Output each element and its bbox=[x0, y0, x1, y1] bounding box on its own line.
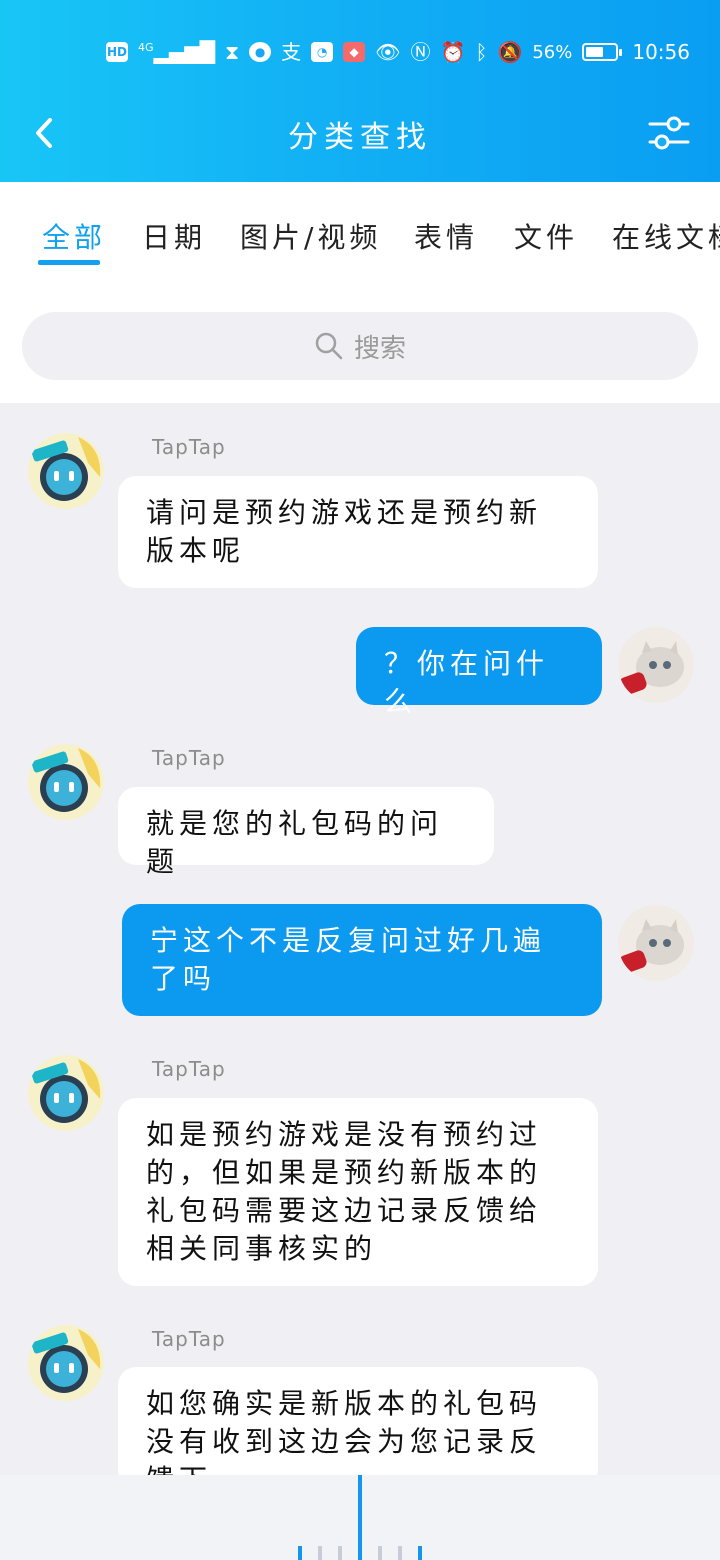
active-tab-indicator bbox=[38, 260, 100, 265]
avatar-self[interactable] bbox=[618, 905, 694, 981]
filter-button[interactable] bbox=[648, 112, 690, 154]
mute-icon: 🔕 bbox=[497, 40, 523, 64]
alipay-icon: 支 bbox=[281, 40, 302, 64]
timeline-tick bbox=[338, 1546, 342, 1560]
app-icon: ◔ bbox=[311, 42, 334, 62]
avatar-taptap[interactable] bbox=[28, 1055, 104, 1131]
signal-label: 4G bbox=[138, 41, 154, 54]
timeline-tick bbox=[398, 1546, 402, 1560]
nfc-icon: Ⓝ bbox=[410, 40, 431, 64]
battery-icon bbox=[582, 43, 623, 61]
avatar-taptap[interactable] bbox=[28, 744, 104, 820]
avatar-taptap[interactable] bbox=[28, 433, 104, 509]
tab-online-docs[interactable]: 在线文档 bbox=[612, 216, 720, 256]
page-title: 分类查找 bbox=[288, 120, 432, 155]
message-bubble-outgoing[interactable]: ？你在问什么 bbox=[356, 627, 602, 718]
eye-icon: 👁 bbox=[375, 40, 401, 64]
sender-name: TapTap bbox=[152, 1057, 226, 1081]
tab-files[interactable]: 文件 bbox=[514, 216, 578, 256]
app-header: HD 4G▂▄▆█ ⧗ ● 支 ◔ ◆ 👁 Ⓝ ⏰ ᛒ 🔕 56% 10:56 … bbox=[0, 0, 720, 182]
timeline-cursor[interactable] bbox=[358, 1475, 362, 1560]
taptap-robot-icon bbox=[28, 1325, 104, 1401]
search-icon bbox=[315, 332, 343, 360]
bluetooth-icon: ᛒ bbox=[475, 40, 488, 64]
avatar-taptap[interactable] bbox=[28, 1325, 104, 1401]
cat-avatar-icon bbox=[618, 905, 694, 981]
taptap-robot-icon bbox=[28, 744, 104, 820]
message-bubble-outgoing[interactable]: 宁这个不是反复问过好几遍了吗 bbox=[122, 904, 602, 1016]
message-bubble-incoming[interactable]: 如您确实是新版本的礼包码没有收到这边会为您记录反馈下 bbox=[118, 1367, 598, 1475]
tab-all[interactable]: 全部 bbox=[42, 216, 106, 256]
search-input[interactable]: 搜索 bbox=[22, 312, 698, 380]
timeline-tick bbox=[298, 1546, 302, 1560]
hourglass-icon: ⧗ bbox=[225, 40, 240, 64]
taptap-robot-icon bbox=[28, 433, 104, 509]
clock: 10:56 bbox=[632, 40, 690, 64]
cat-avatar-icon bbox=[618, 627, 694, 703]
search-placeholder: 搜索 bbox=[353, 333, 406, 364]
sender-name: TapTap bbox=[152, 746, 226, 770]
tab-stickers[interactable]: 表情 bbox=[414, 216, 478, 256]
huawei-icon: ◆ bbox=[343, 42, 366, 62]
sliders-icon bbox=[648, 116, 690, 150]
sender-name: TapTap bbox=[152, 435, 226, 459]
hd-icon: HD bbox=[106, 42, 129, 62]
signal-icon: 4G▂▄▆█ bbox=[138, 40, 216, 64]
timeline-tick bbox=[378, 1546, 382, 1560]
message-bubble-incoming[interactable]: 请问是预约游戏还是预约新版本呢 bbox=[118, 476, 598, 588]
tab-date[interactable]: 日期 bbox=[142, 216, 206, 256]
timeline-tick bbox=[418, 1546, 422, 1560]
app-icon: ● bbox=[249, 42, 272, 62]
message-bubble-incoming[interactable]: 就是您的礼包码的问题 bbox=[118, 787, 494, 878]
taptap-robot-icon bbox=[28, 1055, 104, 1131]
message-list: TapTap 请问是预约游戏还是预约新版本呢 ？你在问什么 TapTap 就是您… bbox=[0, 403, 720, 1475]
avatar-self[interactable] bbox=[618, 627, 694, 703]
message-bubble-incoming[interactable]: 如是预约游戏是没有预约过的，但如果是预约新版本的礼包码需要这边记录反馈给相关同事… bbox=[118, 1098, 598, 1286]
timeline-scroller[interactable] bbox=[0, 1475, 720, 1560]
alarm-icon: ⏰ bbox=[440, 40, 466, 64]
status-bar: HD 4G▂▄▆█ ⧗ ● 支 ◔ ◆ 👁 Ⓝ ⏰ ᛒ 🔕 56% 10:56 bbox=[106, 36, 690, 68]
timeline-tick bbox=[318, 1546, 322, 1560]
category-tabs: 全部 日期 图片/视频 表情 文件 在线文档 bbox=[0, 182, 720, 282]
search-section: 搜索 bbox=[0, 282, 720, 403]
battery-percent: 56% bbox=[532, 41, 573, 63]
tab-media[interactable]: 图片/视频 bbox=[240, 216, 381, 256]
sender-name: TapTap bbox=[152, 1327, 226, 1351]
